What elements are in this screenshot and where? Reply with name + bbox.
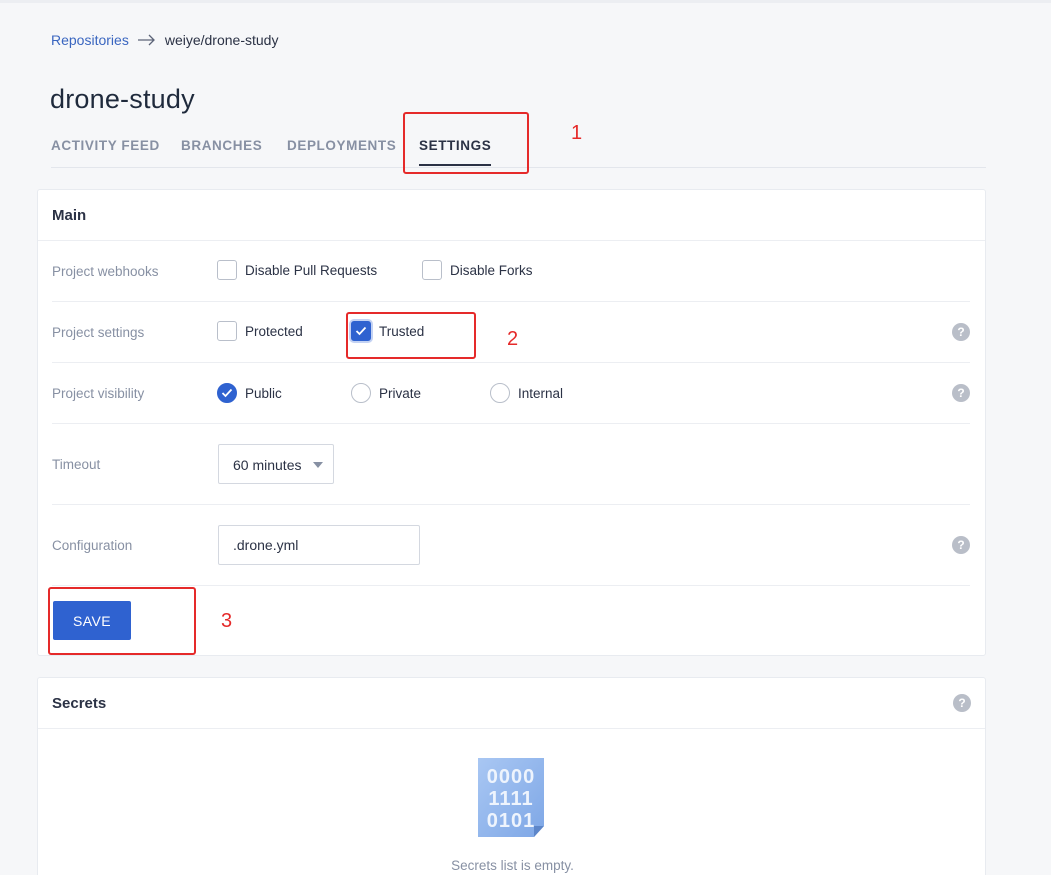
breadcrumb-repositories-link[interactable]: Repositories xyxy=(51,32,129,48)
breadcrumb: Repositories weiye/drone-study xyxy=(51,32,278,48)
page-title: drone-study xyxy=(50,84,195,114)
breadcrumb-current: weiye/drone-study xyxy=(164,32,279,48)
icon-digits-row-3: 0101 xyxy=(487,810,536,832)
annotation-box-1 xyxy=(403,112,529,174)
radio-button[interactable] xyxy=(490,383,510,403)
configuration-label: Configuration xyxy=(52,538,133,553)
arrow-right-icon xyxy=(137,34,155,46)
disable-forks-checkbox[interactable]: Disable Forks xyxy=(422,260,533,280)
annotation-number-2: 2 xyxy=(507,328,519,350)
checkbox-box[interactable] xyxy=(217,260,237,280)
help-icon[interactable]: ? xyxy=(953,694,971,712)
visibility-private-radio[interactable]: Private xyxy=(351,383,421,403)
tab-branches[interactable]: BRANCHES xyxy=(181,138,262,153)
main-card-title: Main xyxy=(38,190,985,241)
radio-selected[interactable] xyxy=(217,383,237,403)
project-visibility-label: Project visibility xyxy=(52,386,145,401)
row-project-visibility: Project visibility Public Private Intern… xyxy=(52,363,970,424)
public-label: Public xyxy=(245,385,282,401)
visibility-public-radio[interactable]: Public xyxy=(217,383,282,403)
help-icon[interactable]: ? xyxy=(952,323,970,341)
top-border xyxy=(0,0,1051,3)
caret-down-icon xyxy=(313,462,323,468)
help-icon[interactable]: ? xyxy=(952,536,970,554)
disable-pull-requests-label: Disable Pull Requests xyxy=(245,262,378,278)
protected-label: Protected xyxy=(245,323,303,339)
timeout-value: 60 minutes xyxy=(233,457,302,473)
radio-button[interactable] xyxy=(351,383,371,403)
row-project-webhooks: Project webhooks Disable Pull Requests D… xyxy=(52,241,970,302)
row-timeout: Timeout 60 minutes xyxy=(52,424,970,505)
annotation-box-2 xyxy=(346,312,476,359)
help-icon[interactable]: ? xyxy=(952,384,970,402)
icon-digits-row-1: 0000 xyxy=(487,766,536,788)
project-settings-label: Project settings xyxy=(52,325,145,340)
secrets-card-header: Secrets ? xyxy=(38,678,985,729)
internal-label: Internal xyxy=(518,385,564,401)
secrets-card-title: Secrets xyxy=(52,695,107,712)
annotation-number-3: 3 xyxy=(221,610,233,632)
binary-document-icon: 0000 1111 0101 xyxy=(478,758,544,837)
timeout-select[interactable]: 60 minutes xyxy=(218,444,334,484)
secrets-card: Secrets ? 0000 1111 0101 Secrets list is… xyxy=(37,677,986,875)
checkmark-icon xyxy=(221,388,233,398)
visibility-internal-radio[interactable]: Internal xyxy=(490,383,563,403)
timeout-label: Timeout xyxy=(52,457,101,472)
checkbox-box[interactable] xyxy=(217,321,237,341)
configuration-input[interactable] xyxy=(218,525,420,565)
project-webhooks-label: Project webhooks xyxy=(52,264,159,279)
private-label: Private xyxy=(379,385,422,401)
checkbox-box[interactable] xyxy=(422,260,442,280)
tab-deployments[interactable]: DEPLOYMENTS xyxy=(287,138,396,153)
disable-pull-requests-checkbox[interactable]: Disable Pull Requests xyxy=(217,260,377,280)
icon-digits-row-2: 1111 xyxy=(488,788,533,810)
annotation-number-1: 1 xyxy=(571,122,583,144)
row-configuration: Configuration ? xyxy=(52,505,970,586)
disable-forks-label: Disable Forks xyxy=(450,262,533,278)
main-settings-card: Main Project webhooks Disable Pull Reque… xyxy=(37,189,986,656)
secrets-empty-text: Secrets list is empty. xyxy=(451,858,574,873)
tab-activity-feed[interactable]: ACTIVITY FEED xyxy=(51,138,160,153)
annotation-box-3 xyxy=(48,587,196,655)
protected-checkbox[interactable]: Protected xyxy=(217,321,303,341)
